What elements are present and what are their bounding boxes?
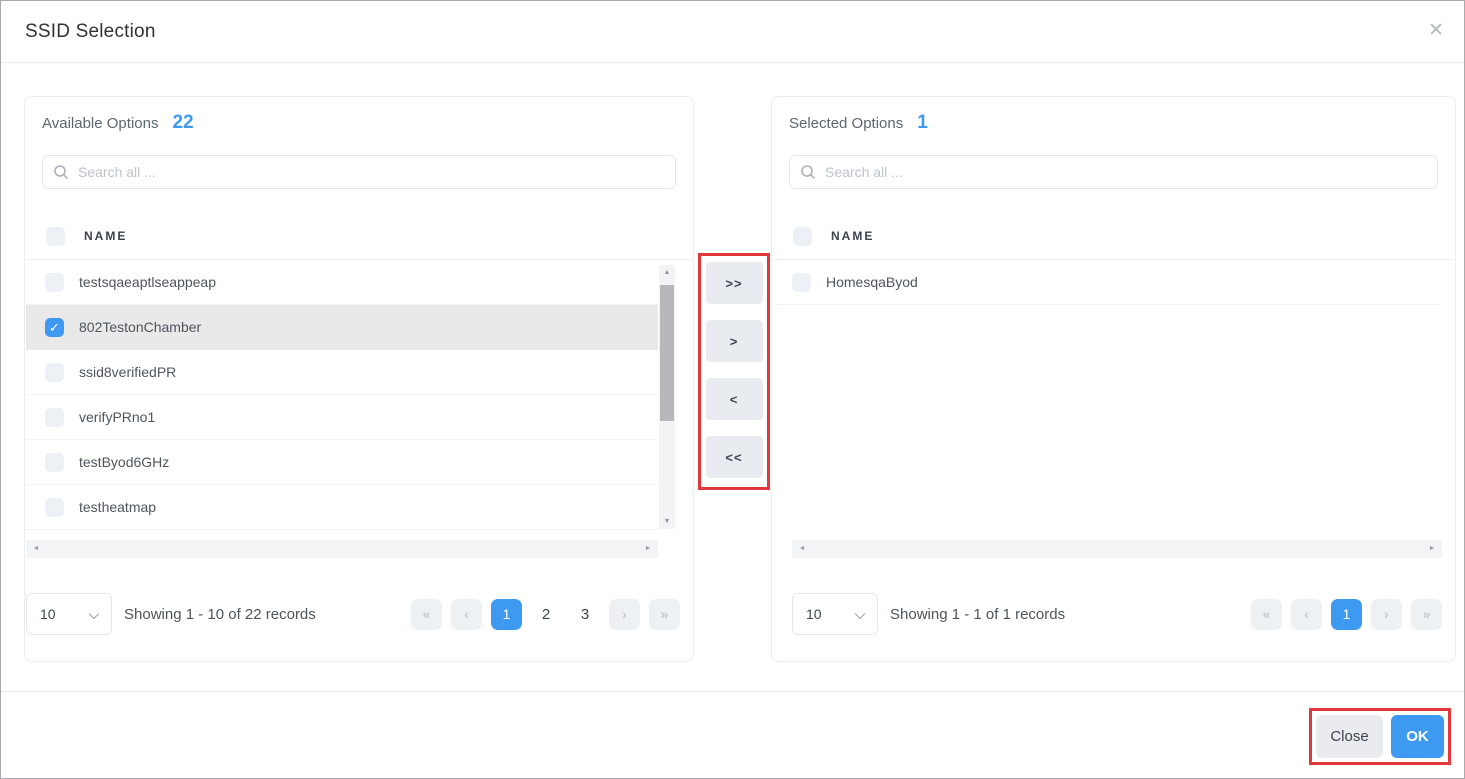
row-name: verifyPRno1 xyxy=(79,409,155,425)
scroll-right-icon[interactable]: ► xyxy=(640,540,656,558)
modal-title: SSID Selection xyxy=(25,21,156,43)
available-select-all-checkbox[interactable]: ✓ xyxy=(46,227,65,246)
ok-button[interactable]: OK xyxy=(1391,715,1444,758)
move-right-button[interactable]: > xyxy=(706,320,763,362)
ssid-selection-modal: SSID Selection ✕ Available Options 22 ✓ … xyxy=(0,0,1465,779)
page-size-select[interactable]: 10 xyxy=(792,593,878,635)
scroll-down-icon[interactable]: ▼ xyxy=(659,514,675,529)
scroll-left-icon[interactable]: ◄ xyxy=(794,540,810,558)
available-options-panel: Available Options 22 ✓ NAME ✓ testsqaeap… xyxy=(24,96,694,662)
selected-rows: ✓ HomesqaByod xyxy=(773,260,1439,305)
page-size-value: 10 xyxy=(40,606,56,622)
available-options-header: Available Options 22 xyxy=(42,112,194,134)
page-size-value: 10 xyxy=(806,606,822,622)
table-row[interactable]: ✓ 802TestonChamber xyxy=(26,305,658,350)
page-button-3[interactable]: 3 xyxy=(570,599,600,630)
table-row[interactable]: ✓ testheatmap xyxy=(26,485,658,530)
selected-table-header: ✓ NAME xyxy=(793,221,874,251)
row-checkbox[interactable]: ✓ xyxy=(792,273,811,292)
available-search-input[interactable] xyxy=(78,164,665,180)
table-row[interactable]: ✓ verifyPRno1 xyxy=(26,395,658,440)
move-all-left-button[interactable]: << xyxy=(706,436,763,478)
modal-header: SSID Selection ✕ xyxy=(1,1,1464,63)
selected-search-box xyxy=(789,155,1438,189)
search-icon xyxy=(800,164,816,180)
row-checkbox[interactable]: ✓ xyxy=(45,318,64,337)
next-page-button[interactable]: › xyxy=(1371,599,1402,630)
selected-options-label: Selected Options xyxy=(789,115,903,132)
horizontal-scrollbar[interactable]: ◄ ► xyxy=(26,540,658,558)
close-icon[interactable]: ✕ xyxy=(1428,21,1444,40)
row-checkbox[interactable]: ✓ xyxy=(45,408,64,427)
available-pagination: 10 Showing 1 - 10 of 22 records « ‹ 1 2 … xyxy=(26,593,680,635)
selected-search-input[interactable] xyxy=(825,164,1427,180)
selected-select-all-checkbox[interactable]: ✓ xyxy=(793,227,812,246)
scroll-left-icon[interactable]: ◄ xyxy=(28,540,44,558)
chevron-down-icon xyxy=(855,609,865,619)
row-checkbox[interactable]: ✓ xyxy=(45,498,64,517)
vertical-scrollbar[interactable]: ▲ ▼ xyxy=(659,265,675,529)
last-page-button[interactable]: » xyxy=(1411,599,1442,630)
row-name: testheatmap xyxy=(79,499,156,515)
scroll-up-icon[interactable]: ▲ xyxy=(659,265,675,280)
row-name: testsqaeaptlseappeap xyxy=(79,274,216,290)
scrollbar-thumb[interactable] xyxy=(660,285,674,421)
scroll-right-icon[interactable]: ► xyxy=(1424,540,1440,558)
selected-options-header: Selected Options 1 xyxy=(789,112,928,134)
selected-options-panel: Selected Options 1 ✓ NAME ✓ HomesqaByod … xyxy=(771,96,1456,662)
close-button[interactable]: Close xyxy=(1316,715,1383,758)
search-icon xyxy=(53,164,69,180)
page-size-select[interactable]: 10 xyxy=(26,593,112,635)
available-options-count: 22 xyxy=(172,112,193,134)
available-search-box xyxy=(42,155,676,189)
first-page-button[interactable]: « xyxy=(1251,599,1282,630)
pager: « ‹ 1 › » xyxy=(1251,599,1442,630)
selected-options-count: 1 xyxy=(917,112,928,134)
horizontal-scrollbar[interactable]: ◄ ► xyxy=(792,540,1442,558)
available-table-header: ✓ NAME xyxy=(46,221,127,251)
available-rows: ✓ testsqaeaptlseappeap ✓ 802TestonChambe… xyxy=(26,260,658,530)
row-checkbox[interactable]: ✓ xyxy=(45,453,64,472)
prev-page-button[interactable]: ‹ xyxy=(1291,599,1322,630)
chevron-down-icon xyxy=(89,609,99,619)
selected-pagination: 10 Showing 1 - 1 of 1 records « ‹ 1 › » xyxy=(792,593,1442,635)
row-name: 802TestonChamber xyxy=(79,319,201,335)
prev-page-button[interactable]: ‹ xyxy=(451,599,482,630)
row-name: HomesqaByod xyxy=(826,274,918,290)
table-row[interactable]: ✓ testsqaeaptlseappeap xyxy=(26,260,658,305)
pager: « ‹ 1 2 3 › » xyxy=(411,599,680,630)
transfer-buttons-highlight: >> > < << xyxy=(698,253,770,490)
last-page-button[interactable]: » xyxy=(649,599,680,630)
row-name: testByod6GHz xyxy=(79,454,169,470)
available-column-name: NAME xyxy=(84,229,127,243)
table-row[interactable]: ✓ HomesqaByod xyxy=(773,260,1439,305)
row-name: ssid8verifiedPR xyxy=(79,364,176,380)
row-checkbox[interactable]: ✓ xyxy=(45,273,64,292)
footer-buttons-highlight: Close OK xyxy=(1309,708,1451,765)
first-page-button[interactable]: « xyxy=(411,599,442,630)
checkmark-icon: ✓ xyxy=(45,318,64,337)
page-button-1[interactable]: 1 xyxy=(491,599,522,630)
row-checkbox[interactable]: ✓ xyxy=(45,363,64,382)
selected-column-name: NAME xyxy=(831,229,874,243)
next-page-button[interactable]: › xyxy=(609,599,640,630)
footer-divider xyxy=(1,691,1464,692)
records-summary: Showing 1 - 10 of 22 records xyxy=(124,606,316,623)
available-options-label: Available Options xyxy=(42,115,158,132)
records-summary: Showing 1 - 1 of 1 records xyxy=(890,606,1065,623)
table-row[interactable]: ✓ ssid8verifiedPR xyxy=(26,350,658,395)
page-button-2[interactable]: 2 xyxy=(531,599,561,630)
move-left-button[interactable]: < xyxy=(706,378,763,420)
move-all-right-button[interactable]: >> xyxy=(706,262,763,304)
page-button-1[interactable]: 1 xyxy=(1331,599,1362,630)
table-row[interactable]: ✓ testByod6GHz xyxy=(26,440,658,485)
